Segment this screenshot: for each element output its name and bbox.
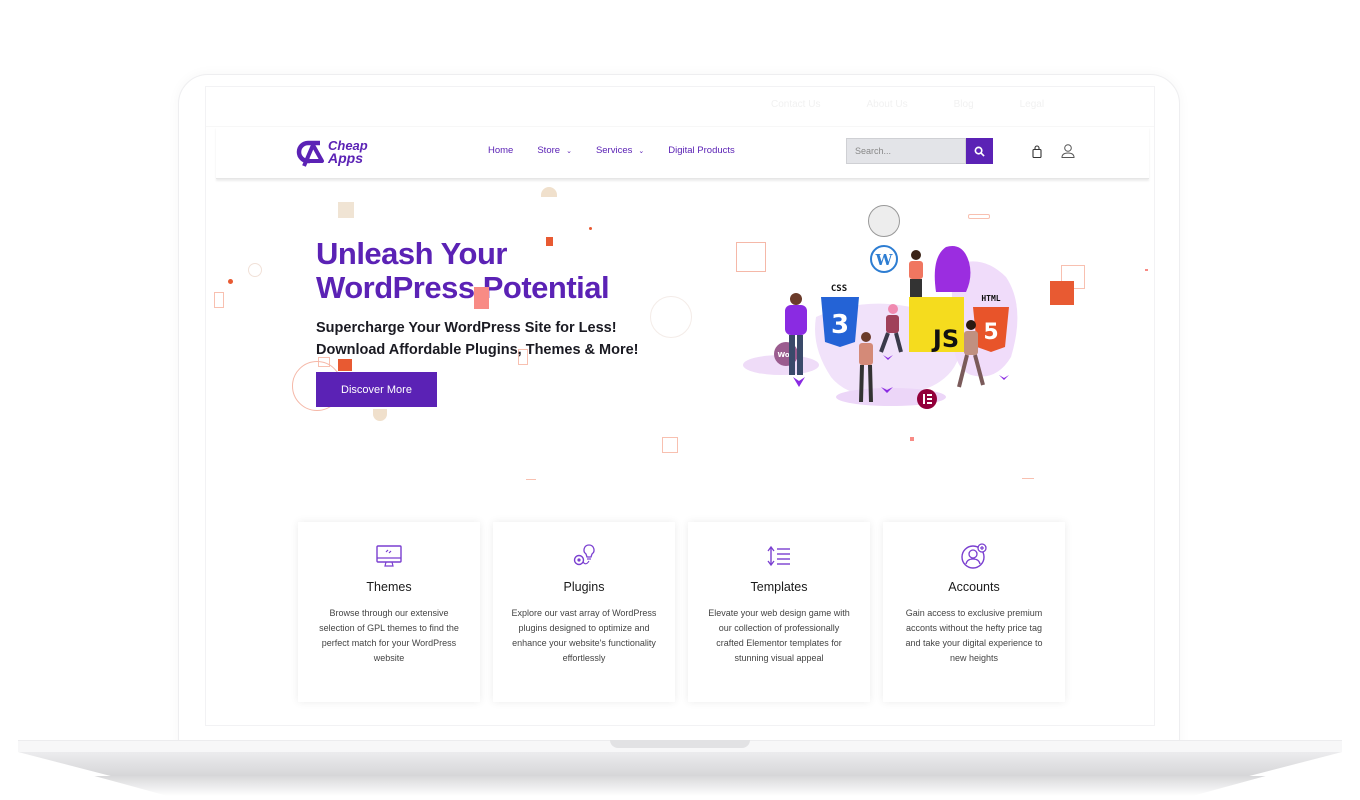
card-description: Gain access to exclusive premium acconts… — [905, 608, 1043, 663]
javascript-logo-icon: JS — [909, 297, 964, 353]
search-input[interactable] — [846, 138, 966, 164]
nav-digital-products[interactable]: Digital Products — [668, 145, 735, 156]
logo-mark-icon — [296, 140, 324, 167]
decor-square — [474, 287, 489, 309]
user-icon[interactable] — [1061, 143, 1075, 159]
card-title: Themes — [366, 580, 412, 594]
css3-logo-icon: CSS 3 — [821, 284, 859, 347]
wordpress-logo-icon: W — [870, 245, 898, 273]
decor-half-circle — [541, 187, 557, 197]
laptop-shadow — [94, 776, 1266, 796]
svg-text:3: 3 — [831, 310, 849, 340]
main-nav: Home Store ⌄ Services ⌄ Digital Products — [488, 145, 735, 156]
svg-text:5: 5 — [983, 320, 998, 345]
card-plugins[interactable]: Plugins Explore our vast array of WordPr… — [493, 522, 675, 702]
nav-home[interactable]: Home — [488, 145, 513, 156]
illus-leaf — [793, 377, 805, 387]
card-themes[interactable]: Themes Browse through our extensive sele… — [298, 522, 480, 702]
hero-subtitle: Supercharge Your WordPress Site for Less… — [316, 317, 639, 361]
nav-store[interactable]: Store ⌄ — [537, 145, 572, 156]
card-description: Explore our vast array of WordPress plug… — [511, 608, 657, 663]
card-description: Elevate your web design game with our co… — [708, 608, 850, 663]
hero-title: Unleash Your WordPress Potential — [316, 236, 610, 305]
illus-plant — [934, 246, 971, 292]
logo-text-apps: Apps — [328, 150, 363, 166]
template-list-icon — [767, 545, 790, 567]
illus-leaf — [999, 375, 1009, 380]
site-logo[interactable]: Cheap Apps — [296, 137, 368, 167]
decor-dot — [910, 437, 914, 441]
plugin-bulb-icon — [573, 544, 595, 566]
hero-illustration: W CSS 3 JS HTML 5 Woo — [743, 245, 1018, 409]
nav-digital-products-label: Digital Products — [668, 145, 735, 156]
decor-ring — [650, 296, 692, 338]
topbar-link-about[interactable]: About Us — [866, 99, 907, 110]
decor-square-outline — [662, 437, 678, 453]
top-bar: Contact Us About Us Blog Legal — [206, 87, 1154, 127]
svg-text:JS: JS — [931, 325, 959, 353]
monitor-icon — [376, 545, 402, 567]
decor-ring — [248, 263, 262, 277]
site-header: Cheap Apps Home Store ⌄ Services ⌄ Digit… — [216, 127, 1149, 179]
decor-square-outline — [214, 292, 224, 308]
card-templates[interactable]: Templates Elevate your web design game w… — [688, 522, 870, 702]
svg-text:W: W — [875, 251, 894, 269]
hero-subtitle-line1: Supercharge Your WordPress Site for Less… — [316, 320, 617, 336]
svg-text:CSS: CSS — [831, 284, 847, 294]
illus-person — [909, 250, 923, 297]
website-screen: Contact Us About Us Blog Legal Cheap App… — [205, 86, 1155, 726]
nav-services-label: Services — [595, 145, 633, 156]
laptop-mockup: Contact Us About Us Blog Legal Cheap App… — [0, 0, 1360, 800]
hero-subtitle-line2: Download Affordable Plugins, Themes & Mo… — [316, 342, 639, 358]
elementor-logo-icon — [917, 389, 937, 409]
chevron-down-icon: ⌄ — [638, 147, 645, 155]
nav-store-label: Store — [537, 145, 561, 156]
card-title: Plugins — [563, 580, 605, 594]
card-title: Templates — [750, 580, 808, 594]
decor-square — [338, 202, 354, 218]
card-title: Accounts — [948, 580, 1000, 594]
decor-half-circle — [373, 409, 387, 421]
card-accounts[interactable]: Accounts Gain access to exclusive premiu… — [883, 522, 1065, 702]
discover-more-button[interactable]: Discover More — [316, 372, 437, 407]
decor-square — [1050, 281, 1074, 305]
account-user-icon — [961, 543, 987, 569]
hero-title-line2: WordPress Potential — [316, 270, 610, 305]
topbar-link-contact[interactable]: Contact Us — [771, 99, 820, 110]
feature-cards: Themes Browse through our extensive sele… — [298, 522, 1065, 702]
topbar-link-blog[interactable]: Blog — [954, 99, 974, 110]
decor-dot — [1145, 269, 1148, 271]
search-form — [846, 138, 993, 164]
decor-line — [526, 479, 536, 480]
svg-text:HTML: HTML — [981, 294, 1000, 303]
search-button[interactable] — [966, 138, 993, 164]
chevron-down-icon: ⌄ — [566, 147, 572, 155]
hero-title-line1: Unleash Your — [316, 236, 507, 271]
nav-home-label: Home — [488, 145, 514, 156]
search-icon — [974, 146, 985, 157]
decor-dot — [589, 227, 592, 230]
decor-dot — [228, 279, 233, 284]
shopping-bag-icon[interactable] — [1030, 145, 1044, 159]
card-description: Browse through our extensive selection o… — [319, 608, 459, 663]
topbar-link-legal[interactable]: Legal — [1020, 99, 1044, 110]
nav-services[interactable]: Services ⌄ — [596, 145, 644, 156]
decor-line — [1022, 478, 1034, 479]
laptop-notch — [610, 740, 750, 748]
laptop-base — [18, 752, 1342, 776]
